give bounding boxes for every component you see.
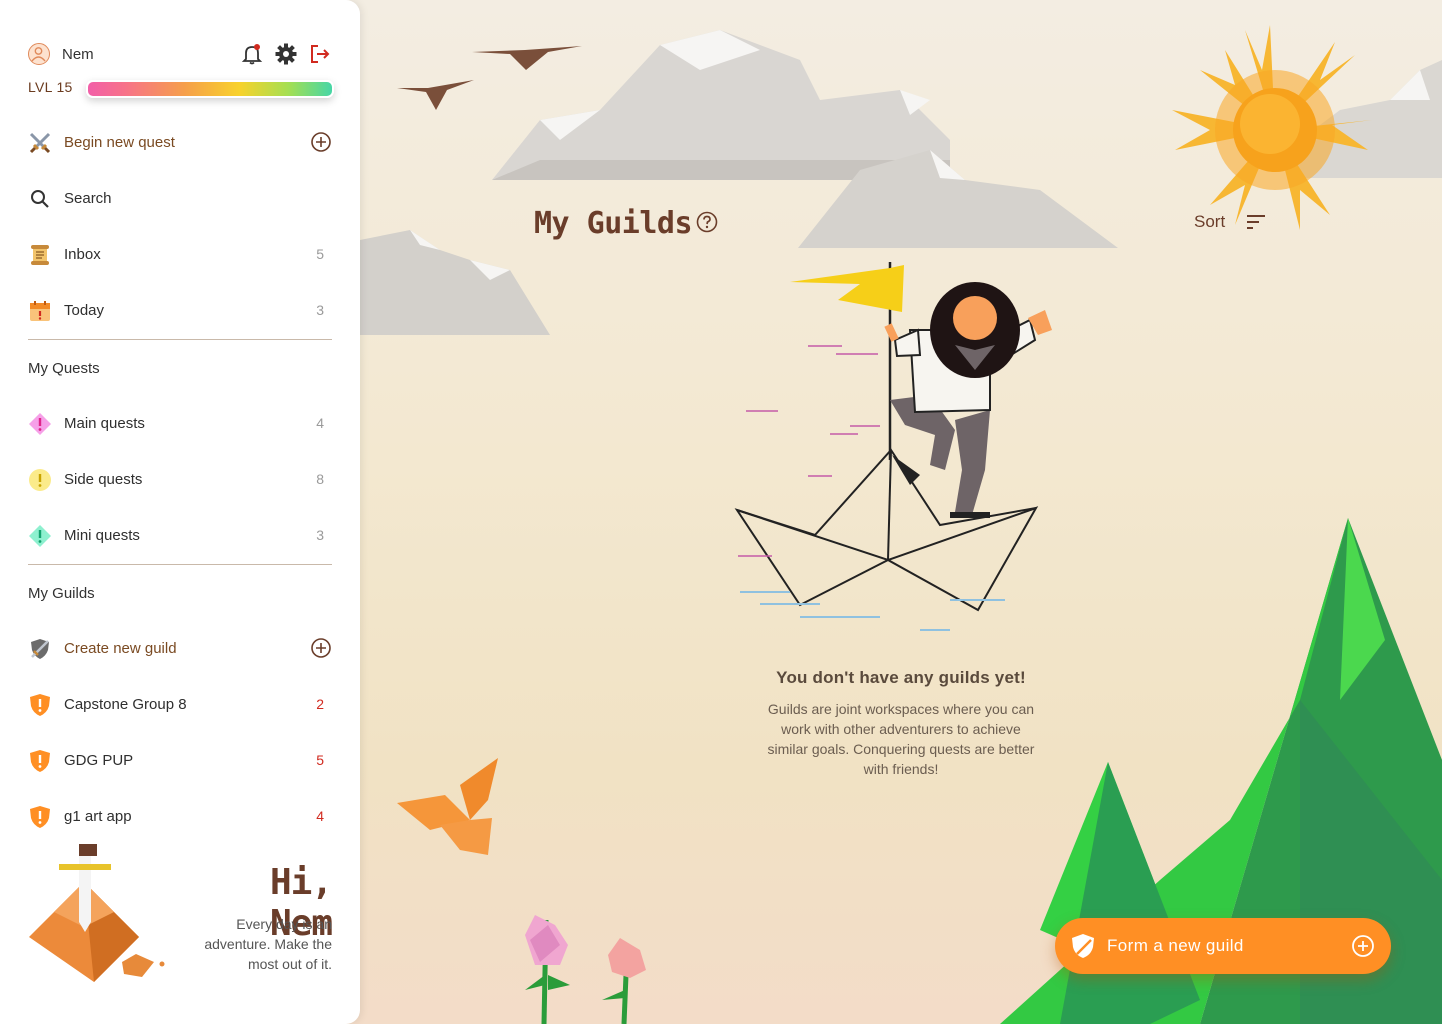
scroll-icon [31, 245, 49, 265]
flower-illustration [602, 938, 646, 1024]
greeting-tagline: Every day is an adventure. Make the most… [204, 916, 332, 972]
sort-icon[interactable] [1246, 213, 1266, 231]
shield-exclamation-icon [30, 694, 50, 716]
section-heading-my-quests: My Quests [28, 360, 100, 377]
sidebar-item-label: Search [64, 190, 112, 207]
sidebar-item-guild[interactable]: GDG PUP 5 [28, 747, 332, 775]
count-badge: 4 [316, 415, 324, 431]
sidebar-item-guild[interactable]: g1 art app 4 [28, 803, 332, 831]
help-icon[interactable] [696, 211, 718, 233]
paper-boat-illustration [734, 448, 1039, 631]
sidebar-item-search[interactable]: Search [28, 185, 332, 213]
count-badge: 8 [316, 471, 324, 487]
girl-illustration [790, 262, 1052, 518]
divider [28, 564, 332, 565]
sidebar-item-label: Main quests [64, 415, 145, 432]
cloud-illustration [492, 30, 950, 180]
flower-illustration [525, 915, 570, 1024]
sidebar-item-main-quests[interactable]: Main quests 4 [28, 410, 332, 438]
count-badge: 4 [316, 808, 324, 824]
shield-sword-icon [31, 639, 49, 659]
count-badge: 3 [316, 527, 324, 543]
sidebar-item-label: GDG PUP [64, 752, 134, 769]
sword-in-stone-illustration [29, 844, 165, 982]
count-badge: 5 [316, 246, 324, 262]
sidebar-item-label: g1 art app [64, 808, 132, 825]
crossed-swords-icon [29, 132, 51, 154]
begin-new-quest-label: Begin new quest [64, 134, 175, 151]
sidebar-item-label: Capstone Group 8 [64, 696, 187, 713]
section-heading-my-guilds: My Guilds [28, 585, 95, 602]
level-label: LVL 15 [28, 79, 73, 95]
shield-icon [1072, 934, 1094, 958]
sidebar-item-label: Mini quests [64, 527, 140, 544]
add-circle-icon [1352, 935, 1374, 957]
bell-icon[interactable] [241, 43, 263, 65]
calendar-icon [30, 301, 50, 321]
empty-state-title: You don't have any guilds yet! [776, 668, 1026, 687]
search-icon [31, 190, 49, 208]
bird-illustration [472, 46, 582, 70]
sidebar-item-label: Inbox [64, 246, 101, 263]
logout-icon[interactable] [309, 43, 331, 65]
count-badge: 5 [316, 752, 324, 768]
sidebar-item-today[interactable]: Today 3 [28, 297, 332, 325]
page-title: My Guilds [534, 206, 693, 241]
add-circle-icon[interactable] [310, 131, 332, 153]
circle-exclamation-icon [29, 469, 51, 491]
sidebar-item-mini-quests[interactable]: Mini quests 3 [28, 522, 332, 550]
sidebar-item-inbox[interactable]: Inbox 5 [28, 241, 332, 269]
avatar[interactable] [28, 43, 50, 65]
sidebar-item-label: Today [64, 302, 105, 319]
butterfly-illustration [397, 758, 498, 855]
user-name: Nem [62, 46, 94, 63]
diamond-exclamation-icon [29, 413, 51, 435]
xp-progress-bar [86, 80, 334, 98]
form-new-guild-button[interactable]: Form a new guild [1055, 918, 1391, 974]
count-badge: 2 [316, 696, 324, 712]
shield-exclamation-icon [30, 806, 50, 828]
sidebar: Nem LVL 15 Begin new quest Search Inbox … [0, 0, 360, 1024]
cloud-illustration [360, 230, 550, 335]
add-circle-icon[interactable] [310, 637, 332, 659]
sidebar-item-label: Side quests [64, 471, 143, 488]
divider [28, 339, 332, 340]
sidebar-item-guild[interactable]: Capstone Group 8 2 [28, 691, 332, 719]
empty-state-description: Guilds are joint workspaces where you ca… [767, 701, 1035, 777]
shield-exclamation-icon [30, 750, 50, 772]
begin-new-quest-button[interactable]: Begin new quest [28, 129, 332, 157]
form-new-guild-label: Form a new guild [1107, 936, 1244, 955]
sort-button[interactable]: Sort [1194, 212, 1225, 232]
sidebar-item-side-quests[interactable]: Side quests 8 [28, 466, 332, 494]
bird-illustration [397, 80, 474, 110]
count-badge: 3 [316, 302, 324, 318]
create-new-guild-label: Create new guild [64, 640, 177, 657]
create-new-guild-button[interactable]: Create new guild [28, 635, 332, 663]
diamond-exclamation-icon [29, 525, 51, 547]
gear-icon[interactable] [275, 43, 297, 65]
